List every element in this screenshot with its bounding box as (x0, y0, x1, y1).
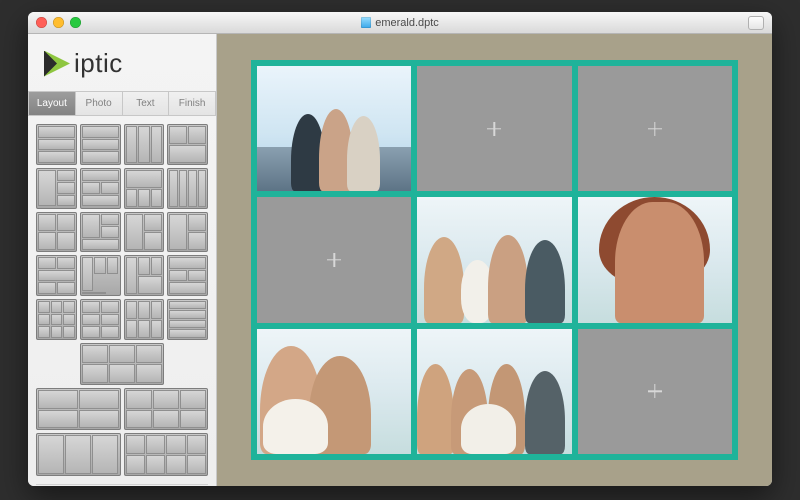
collage-cell[interactable] (417, 197, 571, 322)
layout-thumb[interactable] (36, 212, 77, 253)
layout-thumb[interactable] (124, 212, 165, 253)
layout-thumb[interactable] (80, 124, 121, 165)
collage-cell-empty[interactable] (578, 329, 732, 454)
collage-cell[interactable] (257, 66, 411, 191)
window-titlebar: emerald.dptc (28, 12, 772, 34)
layout-thumb[interactable] (36, 168, 77, 209)
collage-cell[interactable] (417, 329, 571, 454)
collage-cell[interactable] (257, 329, 411, 454)
window-title: emerald.dptc (375, 17, 439, 29)
layout-thumb[interactable] (80, 255, 121, 296)
layout-thumb[interactable] (36, 255, 77, 296)
canvas-area (217, 34, 772, 486)
window-title-group: emerald.dptc (28, 17, 772, 29)
collage-cell[interactable] (578, 197, 732, 322)
layout-thumb[interactable] (36, 433, 121, 475)
collage-cell-empty[interactable] (257, 197, 411, 322)
section-label-jumbo: Jumbo (36, 484, 208, 487)
window-body: iptic Layout Photo Text Finish (28, 34, 772, 486)
collage-cell-empty[interactable] (578, 66, 732, 191)
window-traffic-lights (36, 17, 81, 28)
layout-thumb[interactable] (124, 124, 165, 165)
layout-thumb[interactable] (167, 212, 208, 253)
layout-thumb[interactable] (80, 168, 121, 209)
layout-thumb[interactable] (124, 168, 165, 209)
layout-thumb[interactable] (167, 168, 208, 209)
tab-layout[interactable]: Layout (28, 91, 76, 116)
tab-finish[interactable]: Finish (169, 91, 216, 116)
layout-thumb[interactable] (167, 124, 208, 165)
left-sidebar: iptic Layout Photo Text Finish (28, 34, 217, 486)
layout-template-scroll[interactable]: Jumbo (28, 116, 216, 486)
zoom-icon[interactable] (70, 17, 81, 28)
logo-text: iptic (74, 48, 123, 79)
layout-thumb[interactable] (124, 255, 165, 296)
minimize-icon[interactable] (53, 17, 64, 28)
app-logo: iptic (28, 34, 216, 91)
layout-thumb[interactable] (80, 343, 165, 385)
layout-thumb[interactable] (36, 299, 77, 340)
tab-text[interactable]: Text (123, 91, 170, 116)
layout-thumb[interactable] (124, 299, 165, 340)
document-icon (361, 17, 371, 28)
layout-thumb[interactable] (36, 388, 121, 430)
layout-thumb[interactable] (167, 299, 208, 340)
layout-thumb[interactable] (80, 299, 121, 340)
sidebar-tabs: Layout Photo Text Finish (28, 91, 216, 116)
layout-thumb[interactable] (36, 124, 77, 165)
layout-thumb[interactable] (167, 255, 208, 296)
close-icon[interactable] (36, 17, 47, 28)
toolbar-toggle-button[interactable] (748, 16, 764, 30)
collage-grid (251, 60, 738, 460)
tab-photo[interactable]: Photo (76, 91, 123, 116)
layout-template-grid (36, 124, 208, 476)
layout-thumb[interactable] (124, 433, 209, 475)
layout-thumb[interactable] (124, 388, 209, 430)
app-window: emerald.dptc iptic Layout Photo Text Fin… (28, 12, 772, 486)
layout-thumb[interactable] (80, 212, 121, 253)
collage-cell-empty[interactable] (417, 66, 571, 191)
logo-glyph-icon (44, 51, 70, 77)
